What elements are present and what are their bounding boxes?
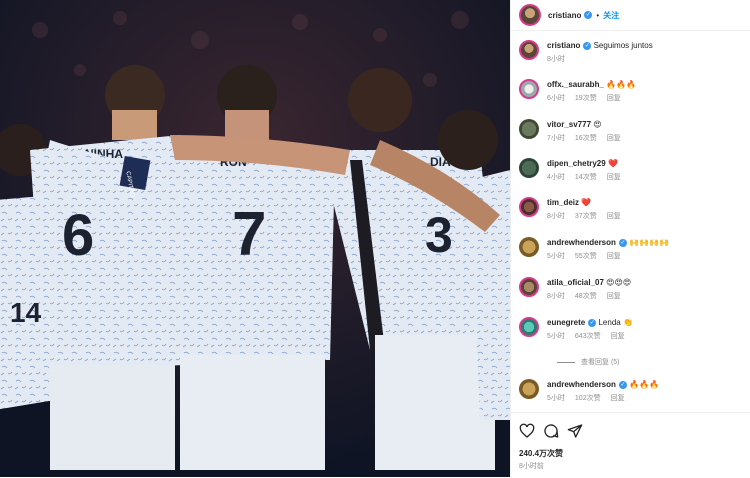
comment-item: eunegrete ✓ Lenda 👏 5小时 643次赞 回复	[519, 317, 744, 342]
separator-dot: •	[596, 10, 600, 20]
comment-username[interactable]: vitor_sv777	[547, 120, 591, 129]
verified-icon: ✓	[618, 238, 627, 247]
author-username[interactable]: cristiano	[548, 11, 581, 20]
comment-text: 😍😍😍	[606, 278, 632, 287]
reply-button[interactable]: 回复	[607, 293, 621, 300]
comment-time: 8小时	[547, 213, 565, 220]
view-replies-label: 查看回复 (5)	[581, 359, 620, 366]
verified-icon: ✓	[583, 41, 592, 50]
comment-text: Lenda 👏	[598, 318, 633, 327]
bookmark-icon[interactable]	[728, 423, 742, 441]
share-icon[interactable]	[567, 423, 585, 441]
caption: cristiano ✓ Seguimos juntos 8小时	[519, 40, 744, 65]
commenter-avatar[interactable]	[519, 379, 539, 399]
comment-likes[interactable]: 55次赞	[575, 253, 597, 260]
comment-time: 5小时	[547, 395, 565, 402]
comment-text: ❤️	[607, 159, 618, 168]
comment-text: 🔥🔥🔥	[629, 380, 660, 389]
likes-count[interactable]: 240.4万次赞	[519, 448, 563, 459]
comment-username[interactable]: andrewhenderson	[547, 380, 616, 389]
divider-line	[557, 361, 575, 363]
instagram-post: 14 NINHA 6 RON 7 CAPITÃO DIAS 3 cristian…	[0, 0, 750, 477]
reply-button[interactable]: 回复	[607, 213, 621, 220]
post-panel: cristiano ✓ • 关注 cristiano ✓ Seguimos jun…	[510, 0, 750, 477]
post-timestamp: 8小时前	[519, 463, 544, 470]
caption-time: 8小时	[547, 56, 565, 63]
comment-username[interactable]: eunegrete	[547, 318, 585, 327]
comment-likes[interactable]: 19次赞	[575, 95, 597, 102]
reply-button[interactable]: 回复	[607, 253, 621, 260]
comment-text: 🙌🙌🙌🙌	[629, 238, 669, 247]
post-actions: 240.4万次赞 8小时前	[511, 412, 750, 478]
comment-time: 5小时	[547, 333, 565, 340]
comment-item: vitor_sv777 😍 7小时 16次赞 回复	[519, 119, 744, 144]
commenter-avatar[interactable]	[519, 119, 539, 139]
team-huddle-image: 14 NINHA 6 RON 7 CAPITÃO DIAS 3	[0, 0, 510, 477]
comment-likes[interactable]: 643次赞	[575, 333, 601, 340]
comment-item: andrewhenderson ✓ 🔥🔥🔥 5小时 102次赞 回复	[519, 379, 744, 404]
comment-username[interactable]: dipen_chetry29	[547, 159, 606, 168]
comment-time: 4小时	[547, 174, 565, 181]
commenter-avatar[interactable]	[519, 317, 539, 337]
comment-item: offx._saurabh_ 🔥🔥🔥 6小时 19次赞 回复	[519, 79, 744, 104]
comment-icon[interactable]	[543, 423, 561, 441]
reply-button[interactable]: 回复	[607, 174, 621, 181]
comment-likes[interactable]: 48次赞	[575, 293, 597, 300]
verified-icon: ✓	[588, 318, 597, 327]
verified-icon: ✓	[584, 11, 593, 19]
comment-time: 7小时	[547, 135, 565, 142]
comment-item: tim_deiz ❤️ 8小时 37次赞 回复	[519, 197, 744, 222]
comment-username[interactable]: offx._saurabh_	[547, 80, 604, 89]
comment-text: 🔥🔥🔥	[606, 80, 637, 89]
comment-text: ❤️	[581, 198, 592, 207]
commenter-avatar[interactable]	[519, 277, 539, 297]
comment-likes[interactable]: 14次赞	[575, 174, 597, 181]
comment-time: 6小时	[547, 95, 565, 102]
reply-button[interactable]: 回复	[611, 395, 625, 402]
heart-icon[interactable]	[519, 423, 537, 441]
comment-likes[interactable]: 37次赞	[575, 213, 597, 220]
author-avatar[interactable]	[519, 4, 541, 26]
comment-time: 8小时	[547, 293, 565, 300]
commenter-avatar[interactable]	[519, 79, 539, 99]
caption-username[interactable]: cristiano	[547, 41, 580, 50]
comment-username[interactable]: tim_deiz	[547, 198, 579, 207]
view-replies-button[interactable]: 查看回复 (5)	[557, 357, 620, 367]
post-photo[interactable]: 14 NINHA 6 RON 7 CAPITÃO DIAS 3	[0, 0, 510, 477]
jersey-number-14: 14	[10, 297, 42, 328]
commenter-avatar[interactable]	[519, 197, 539, 217]
comment-item: atila_oficial_07 😍😍😍 8小时 48次赞 回复	[519, 277, 744, 302]
jersey-number-7: 7	[232, 200, 266, 269]
comment-likes[interactable]: 102次赞	[575, 395, 601, 402]
comment-item: andrewhenderson ✓ 🙌🙌🙌🙌 5小时 55次赞 回复	[519, 237, 744, 262]
comment-username[interactable]: andrewhenderson	[547, 238, 616, 247]
commenter-avatar[interactable]	[519, 158, 539, 178]
comment-text: 😍	[593, 120, 602, 129]
post-header: cristiano ✓ • 关注	[511, 0, 750, 31]
commenter-avatar[interactable]	[519, 237, 539, 257]
jersey-number-6: 6	[62, 203, 94, 268]
comment-likes[interactable]: 16次赞	[575, 135, 597, 142]
comment-time: 5小时	[547, 253, 565, 260]
author-avatar[interactable]	[519, 40, 539, 60]
follow-button[interactable]: 关注	[603, 10, 619, 21]
jersey-number-3: 3	[425, 207, 453, 263]
comment-item: dipen_chetry29 ❤️ 4小时 14次赞 回复	[519, 158, 744, 183]
reply-button[interactable]: 回复	[611, 333, 625, 340]
verified-icon: ✓	[618, 380, 627, 389]
reply-button[interactable]: 回复	[607, 95, 621, 102]
comment-username[interactable]: atila_oficial_07	[547, 278, 604, 287]
reply-button[interactable]: 回复	[607, 135, 621, 142]
caption-text: Seguimos juntos	[593, 41, 653, 50]
